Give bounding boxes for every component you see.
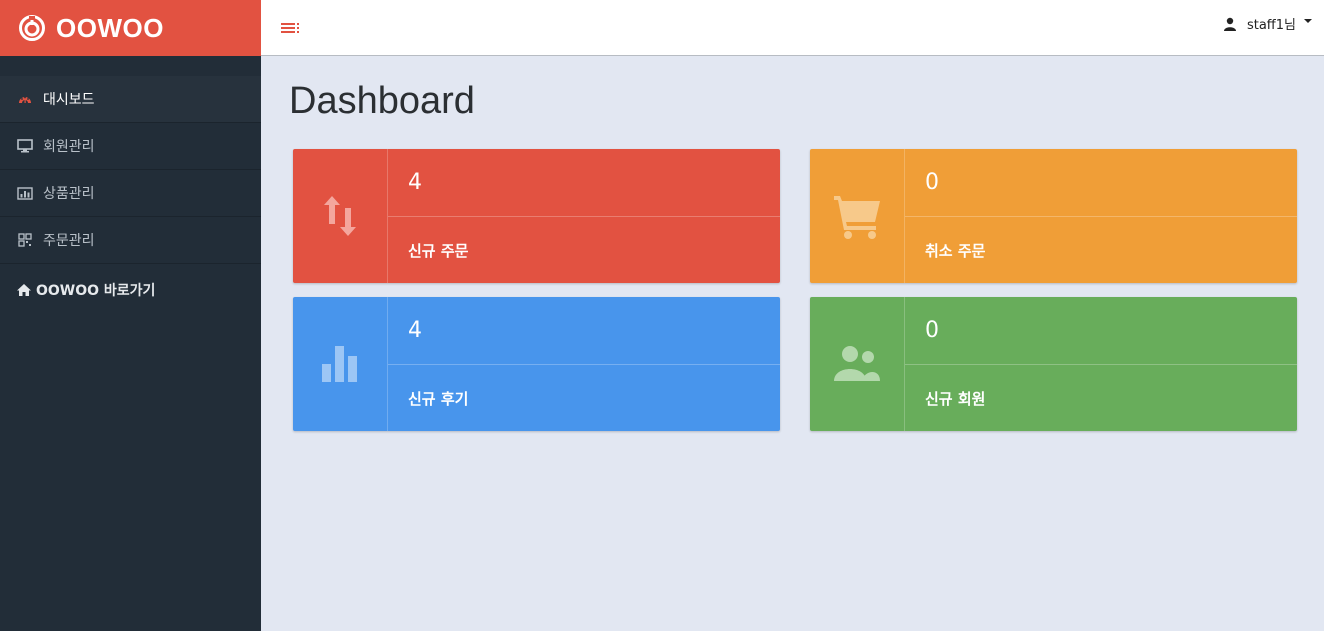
topbar: staff1님 (261, 0, 1324, 56)
dashboard-icon (17, 91, 33, 107)
stat-label: 신규 후기 (408, 389, 469, 408)
stat-value: 4 (388, 149, 780, 217)
monitor-icon (17, 138, 33, 154)
bar-chart-icon (293, 297, 388, 431)
brand-logo-icon (19, 15, 45, 41)
shopping-cart-icon (810, 149, 905, 283)
brand-header[interactable]: OOWOO (0, 0, 261, 56)
brand-name: OOWOO (56, 12, 164, 43)
sidebar-item-oowoo-home[interactable]: OOWOO 바로가기 (0, 264, 261, 316)
bar-chart-icon (17, 185, 33, 201)
stat-card-new-reviews[interactable]: 4 신규 후기 (293, 297, 780, 431)
sidebar-item-orders[interactable]: 주문관리 (0, 217, 261, 264)
stat-label: 취소 주문 (925, 241, 986, 260)
stat-value: 4 (388, 297, 780, 365)
sidebar-item-label: 상품관리 (43, 186, 95, 202)
menu-icon (281, 23, 299, 33)
sidebar-item-label: 대시보드 (43, 92, 95, 108)
sidebar-item-label: 주문관리 (43, 233, 95, 249)
sidebar-item-label: OOWOO 바로가기 (36, 283, 156, 299)
sidebar: OOWOO 대시보드 회원관리 상품관리 주문관리 OOWOO 바로가기 (0, 0, 261, 631)
sidebar-item-label: 회원관리 (43, 139, 95, 155)
user-menu[interactable]: staff1님 (1223, 14, 1312, 33)
user-icon (1223, 17, 1236, 31)
page-title: Dashboard (289, 80, 475, 122)
sidebar-nav: 대시보드 회원관리 상품관리 주문관리 OOWOO 바로가기 (0, 76, 261, 316)
stat-card-new-orders[interactable]: 4 신규 주문 (293, 149, 780, 283)
stat-card-new-members[interactable]: 0 신규 회원 (810, 297, 1297, 431)
menu-toggle-button[interactable] (281, 20, 301, 36)
sidebar-item-members[interactable]: 회원관리 (0, 123, 261, 170)
stat-value: 0 (905, 149, 1297, 217)
sidebar-item-dashboard[interactable]: 대시보드 (0, 76, 261, 123)
stat-label: 신규 주문 (408, 241, 469, 260)
sidebar-item-products[interactable]: 상품관리 (0, 170, 261, 217)
grid-icon (17, 232, 33, 248)
users-icon (810, 297, 905, 431)
user-name: staff1님 (1246, 18, 1296, 33)
stat-label: 신규 회원 (925, 389, 986, 408)
stat-card-cancelled-orders[interactable]: 0 취소 주문 (810, 149, 1297, 283)
chevron-down-icon (1304, 18, 1312, 23)
stat-value: 0 (905, 297, 1297, 365)
home-icon (16, 282, 32, 298)
sort-arrows-icon (293, 149, 388, 283)
